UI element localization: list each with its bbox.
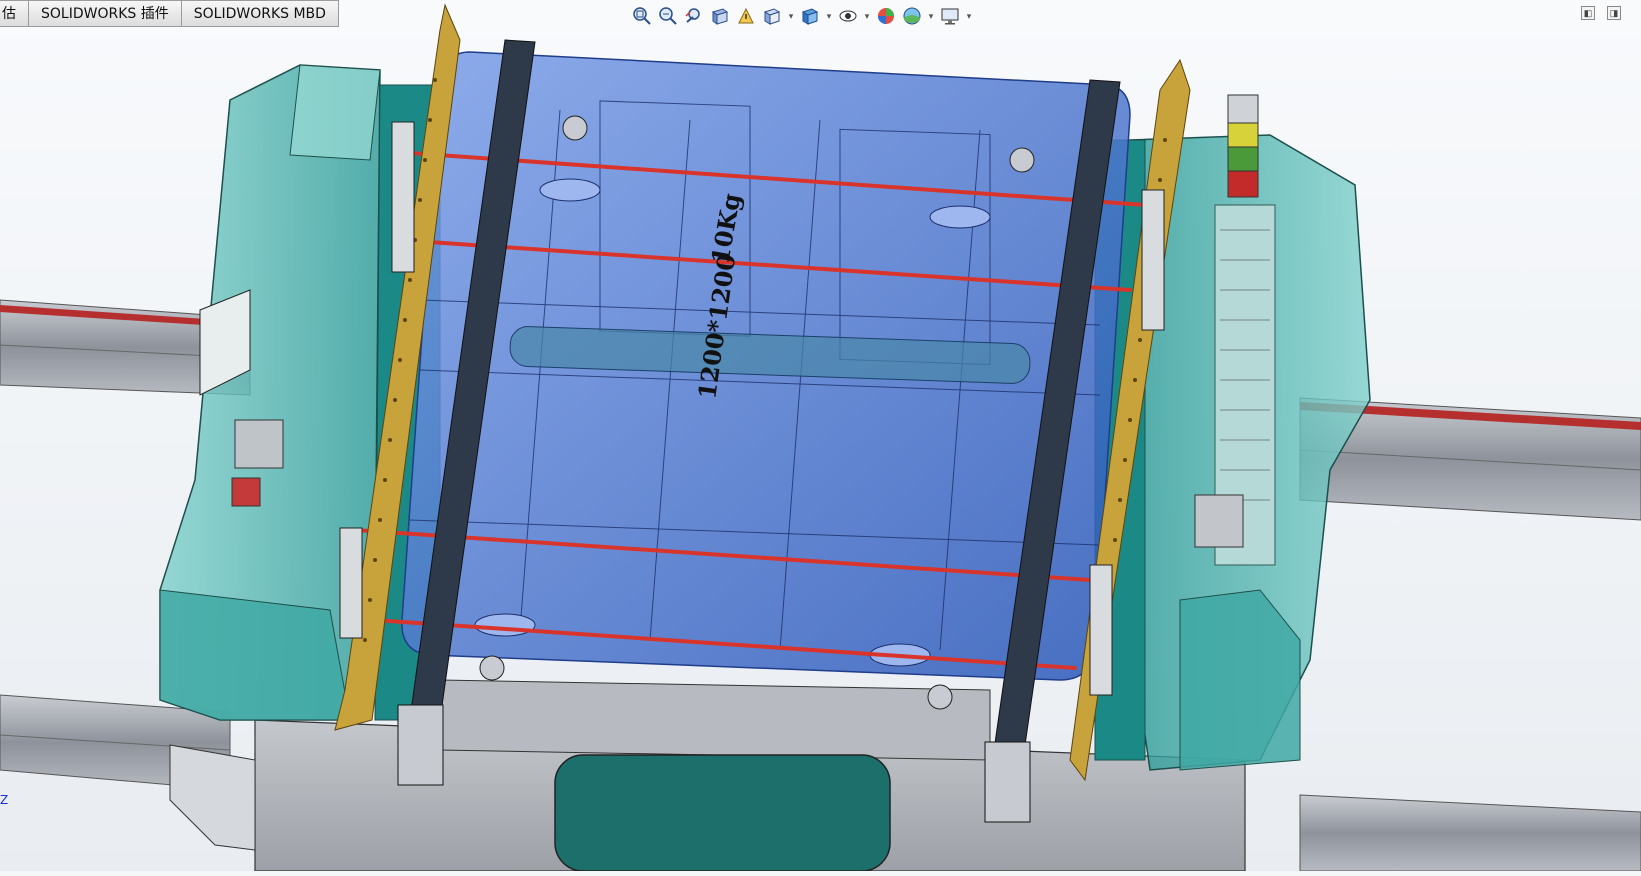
- tab-estimate[interactable]: 估: [0, 0, 29, 27]
- apply-scene-icon[interactable]: [900, 4, 924, 28]
- maximize-icon[interactable]: ◨: [1607, 6, 1621, 20]
- view-orientation-dropdown-icon[interactable]: ▾: [786, 4, 796, 28]
- display-style-dropdown-icon[interactable]: ▾: [824, 4, 834, 28]
- tab-solidworks-mbd[interactable]: SOLIDWORKS MBD: [181, 0, 339, 27]
- left-hinge: [234, 419, 284, 469]
- restore-icon[interactable]: ◧: [1581, 6, 1595, 20]
- base-access-panel[interactable]: [554, 754, 891, 872]
- hide-show-items-dropdown-icon[interactable]: ▾: [862, 4, 872, 28]
- model-view[interactable]: 10Kg 1200*1200: [0, 0, 1641, 872]
- hide-show-items-icon[interactable]: [836, 4, 860, 28]
- right-hinge: [1194, 494, 1244, 548]
- view-orientation-icon[interactable]: [760, 4, 784, 28]
- previous-view-icon[interactable]: [682, 4, 706, 28]
- graphics-viewport[interactable]: 10Kg 1200*1200: [0, 0, 1641, 872]
- heads-up-view-toolbar: ▾ ▾ ▾ ▾ ▾: [630, 4, 974, 28]
- tab-solidworks-addins[interactable]: SOLIDWORKS 插件: [29, 0, 182, 27]
- reference-triad: Z: [0, 793, 8, 807]
- view-settings-dropdown-icon[interactable]: ▾: [964, 4, 974, 28]
- triad-z-label: Z: [0, 793, 9, 807]
- section-view-icon[interactable]: [708, 4, 732, 28]
- display-style-icon[interactable]: [798, 4, 822, 28]
- signal-tower: [1227, 94, 1259, 198]
- edit-appearance-icon[interactable]: [874, 4, 898, 28]
- dynamic-annotation-view-icon[interactable]: [734, 4, 758, 28]
- zoom-to-fit-icon[interactable]: [630, 4, 654, 28]
- viewport-window-controls: ◧ ◨: [1581, 6, 1621, 20]
- left-emergency-stop[interactable]: [231, 477, 261, 507]
- apply-scene-dropdown-icon[interactable]: ▾: [926, 4, 936, 28]
- command-manager-tabs: 估 SOLIDWORKS 插件 SOLIDWORKS MBD: [0, 0, 339, 28]
- view-settings-icon[interactable]: [938, 4, 962, 28]
- zoom-to-area-icon[interactable]: [656, 4, 680, 28]
